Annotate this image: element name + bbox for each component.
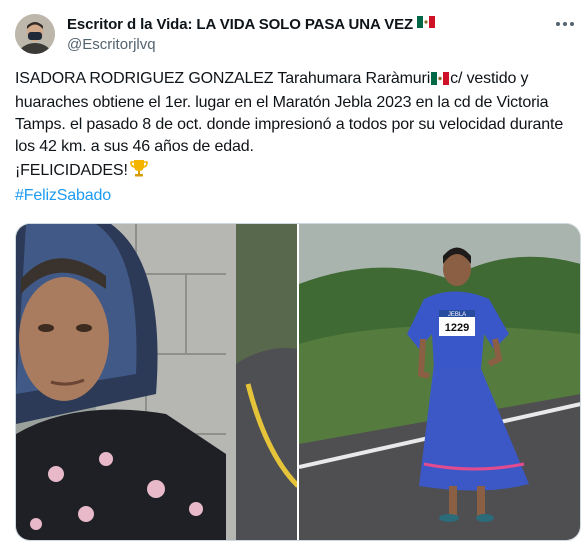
avatar-image xyxy=(15,14,55,54)
author-handle[interactable]: @Escritorjlvq xyxy=(67,35,527,55)
trophy-icon xyxy=(129,158,149,185)
tweet-text-line1: ISADORA RODRIGUEZ GONZALEZ Tarahumara Ra… xyxy=(15,70,431,87)
author-display-name[interactable]: Escritor d la Vida: LA VIDA SOLO PASA UN… xyxy=(67,16,413,33)
portrait-photo-image xyxy=(16,224,297,540)
more-dot-icon xyxy=(563,22,567,26)
tweet-body: ISADORA RODRIGUEZ GONZALEZ Tarahumara Ra… xyxy=(15,68,575,158)
tweet-hashtag-line: #FelizSabado xyxy=(15,185,575,207)
tweet-celebration: ¡FELICIDADES! xyxy=(15,162,128,179)
more-dot-icon xyxy=(556,22,560,26)
more-options-button[interactable] xyxy=(548,10,582,38)
avatar[interactable] xyxy=(15,14,55,54)
bib-number-text: 1229 xyxy=(445,322,469,334)
tweet-media: JEBLA 1229 xyxy=(15,223,581,541)
mexico-flag-icon xyxy=(431,70,450,92)
photo-portrait[interactable] xyxy=(16,224,297,540)
runner-photo-image: JEBLA 1229 xyxy=(299,224,580,540)
tweet-author: Escritor d la Vida: LA VIDA SOLO PASA UN… xyxy=(67,14,527,55)
mexico-flag-icon xyxy=(417,15,436,33)
more-dot-icon xyxy=(570,22,574,26)
bib-header-text: JEBLA xyxy=(448,312,466,318)
tweet-celebration-line: ¡FELICIDADES! xyxy=(15,158,575,185)
hashtag-link[interactable]: #FelizSabado xyxy=(15,187,111,204)
tweet-text: ISADORA RODRIGUEZ GONZALEZ Tarahumara Ra… xyxy=(15,68,575,207)
photo-runner[interactable]: JEBLA 1229 xyxy=(299,224,580,540)
